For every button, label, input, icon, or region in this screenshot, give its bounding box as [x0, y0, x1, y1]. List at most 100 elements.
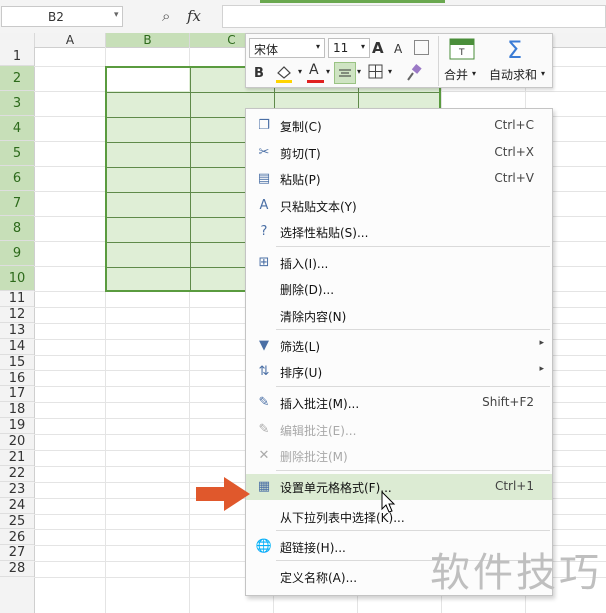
select-all-corner[interactable]: [0, 33, 35, 47]
filter-icon: ▼: [259, 338, 269, 353]
svg-text:T: T: [458, 48, 465, 58]
row-header-27[interactable]: 27: [0, 545, 34, 562]
grow-font-icon[interactable]: A: [372, 38, 384, 58]
merge-button[interactable]: T 合并 ▾: [444, 36, 482, 86]
font-size-select[interactable]: 11 ▾: [328, 38, 370, 58]
submenu-arrow-icon: ▸: [539, 338, 544, 348]
name-box-value: B2: [48, 10, 64, 24]
name-box[interactable]: B2 ▾: [1, 6, 123, 27]
row-header-22[interactable]: 22: [0, 466, 34, 482]
row-header-13[interactable]: 13: [0, 323, 34, 339]
menu-item-label: 插入(I)...: [280, 257, 329, 271]
row-header-28[interactable]: 28: [0, 561, 34, 578]
mini-toolbar: 宋体 ▾ 11 ▾ A A B ▾ A ▾ ▾ ▾ T 合并 ▾ Σ 自动求和 …: [245, 33, 553, 88]
row-header-21[interactable]: 21: [0, 450, 34, 466]
row-header-11[interactable]: 11: [0, 291, 34, 307]
menu-item[interactable]: ▼ 筛选(L) ▸: [246, 333, 552, 359]
menu-item[interactable]: 清除内容(N): [246, 303, 552, 329]
zoom-search-icon[interactable]: ⌕: [162, 7, 170, 25]
row-header-15[interactable]: 15: [0, 355, 34, 371]
sort-icon: ⇅: [258, 364, 270, 379]
menu-item[interactable]: ▦ 设置单元格格式(F)... Ctrl+1: [246, 474, 552, 500]
align-center-icon: [339, 69, 351, 77]
menu-item-label: 剪切(T): [280, 147, 321, 161]
row-header-12[interactable]: 12: [0, 307, 34, 323]
active-cell-b2[interactable]: [107, 68, 189, 91]
merge-label: 合并: [444, 68, 469, 82]
row-header-2[interactable]: 2: [0, 66, 34, 91]
menu-item[interactable]: ✎ 插入批注(M)... Shift+F2: [246, 390, 552, 416]
chevron-down-icon[interactable]: ▾: [388, 67, 392, 76]
font-name-select[interactable]: 宋体 ▾: [249, 38, 325, 58]
formula-input[interactable]: [222, 5, 606, 28]
row-header-23[interactable]: 23: [0, 482, 34, 498]
font-color-swatch: [307, 80, 324, 83]
chevron-down-icon[interactable]: ▾: [326, 67, 330, 76]
shrink-font-icon[interactable]: A: [394, 39, 402, 59]
borders-icon: [368, 64, 383, 79]
chevron-down-icon[interactable]: ▾: [114, 10, 119, 20]
autosum-button[interactable]: Σ 自动求和 ▾: [488, 36, 550, 86]
menu-item-label: 删除批注(M): [280, 450, 348, 464]
row-header-4[interactable]: 4: [0, 116, 34, 141]
range-column-border: [190, 68, 191, 290]
menu-item[interactable]: ❐ 复制(C) Ctrl+C: [246, 113, 552, 139]
menu-item[interactable]: ▤ 粘贴(P) Ctrl+V: [246, 166, 552, 192]
column-header-a[interactable]: A: [35, 33, 106, 47]
borders-button[interactable]: [368, 64, 384, 83]
format-painter-button[interactable]: [404, 63, 424, 86]
font-color-button[interactable]: A: [306, 62, 326, 84]
menu-item-label: 粘贴(P): [280, 173, 321, 187]
row-header-14[interactable]: 14: [0, 339, 34, 355]
paint-bucket-icon: [276, 66, 292, 83]
chevron-down-icon[interactable]: ▾: [357, 67, 361, 76]
row-header-1[interactable]: 1: [0, 47, 34, 66]
merge-cells-icon: T: [449, 38, 475, 60]
row-header-16[interactable]: 16: [0, 371, 34, 387]
row-header-24[interactable]: 24: [0, 498, 34, 514]
bold-button[interactable]: B: [254, 64, 264, 84]
menu-item[interactable]: 删除(D)...: [246, 276, 552, 302]
row-header-5[interactable]: 5: [0, 141, 34, 166]
chevron-down-icon: ▾: [541, 69, 546, 78]
column-header-b[interactable]: B: [106, 33, 190, 47]
watermark-text: 软件技巧: [430, 550, 602, 596]
row-header-25[interactable]: 25: [0, 514, 34, 530]
menu-item-label: 插入批注(M)...: [280, 397, 360, 411]
menu-item-label: 选择性粘贴(S)...: [280, 226, 369, 240]
row-header-7[interactable]: 7: [0, 191, 34, 216]
menu-item-label: 超链接(H)...: [280, 541, 346, 555]
font-color-letter: A: [309, 62, 319, 78]
row-header-18[interactable]: 18: [0, 402, 34, 419]
row-header-10[interactable]: 10: [0, 266, 34, 291]
row-header-19[interactable]: 19: [0, 418, 34, 435]
menu-item[interactable]: 从下拉列表中选择(K)...: [246, 504, 552, 530]
menu-item[interactable]: ✎ 编辑批注(E)...: [246, 417, 552, 443]
formula-tools: ⌕ fx: [160, 4, 220, 29]
menu-item[interactable]: ✕ 删除批注(M): [246, 443, 552, 469]
chevron-down-icon[interactable]: ▾: [298, 67, 302, 76]
paste-text-icon: A: [259, 198, 269, 213]
row-header-column: 1 2 3 4 5 6 7 8 9 10 11 12 13 14 15 16 17 18 19 20 21 22 23 24 2…: [0, 47, 35, 613]
row-header-8[interactable]: 8: [0, 216, 34, 241]
menu-item[interactable]: ✂ 剪切(T) Ctrl+X: [246, 140, 552, 166]
menu-item-label: 筛选(L): [280, 340, 321, 354]
menu-item[interactable]: ⇅ 排序(U) ▸: [246, 359, 552, 385]
row-header-17[interactable]: 17: [0, 386, 34, 403]
row-header-26[interactable]: 26: [0, 530, 34, 546]
fill-color-button[interactable]: [274, 64, 296, 84]
menu-item[interactable]: ? 选择性粘贴(S)...: [246, 219, 552, 245]
row-header-6[interactable]: 6: [0, 166, 34, 191]
range-row-border: [107, 92, 439, 93]
chevron-down-icon: ▾: [472, 69, 477, 78]
wrap-text-icon[interactable]: [414, 40, 429, 55]
fx-icon[interactable]: fx: [187, 7, 201, 25]
row-header-9[interactable]: 9: [0, 241, 34, 266]
menu-item-label: 清除内容(N): [280, 310, 347, 324]
menu-item[interactable]: A 只粘贴文本(Y): [246, 193, 552, 219]
row-header-3[interactable]: 3: [0, 91, 34, 116]
align-center-button[interactable]: [334, 62, 356, 84]
row-header-20[interactable]: 20: [0, 434, 34, 450]
scissors-icon: ✂: [258, 145, 270, 160]
menu-item[interactable]: ⊞ 插入(I)...: [246, 250, 552, 276]
